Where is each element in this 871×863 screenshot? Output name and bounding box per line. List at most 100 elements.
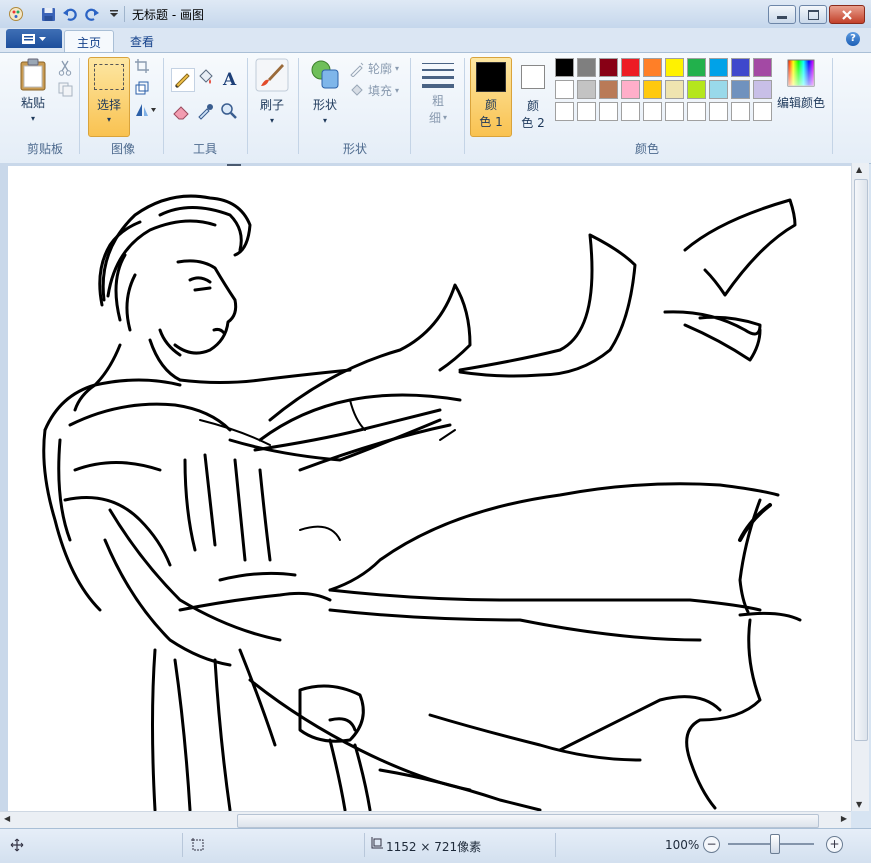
help-icon[interactable]: ? [846,32,860,46]
palette-swatch[interactable] [599,58,618,77]
pencil-tool[interactable] [171,68,195,92]
palette-swatch[interactable] [577,80,596,99]
palette-swatch[interactable] [665,80,684,99]
redo-icon[interactable] [84,6,100,22]
outline-dropdown-icon: ▾ [395,64,400,73]
size-button[interactable]: 粗 细 ▾ [418,60,458,126]
rotate-icon[interactable] [135,103,157,120]
brush-icon [255,58,289,92]
zoom-level: 100% [665,838,700,852]
outline-button[interactable]: 轮廓 ▾ [349,60,399,77]
paint-bucket-icon [199,69,213,84]
drawing-canvas[interactable] [8,166,851,811]
zoom-out-button[interactable]: − [703,836,720,853]
color1-button[interactable]: 颜 色 1 [470,57,512,137]
quick-access-dropdown-icon[interactable] [106,6,122,22]
palette-swatch[interactable] [687,80,706,99]
paste-button[interactable]: 粘贴 ▾ [14,58,52,123]
palette-swatch[interactable] [643,102,662,121]
scroll-up-arrow-icon[interactable]: ▲ [856,165,862,174]
tab-home[interactable]: 主页 [64,30,115,53]
crop-icon[interactable] [135,59,149,76]
minimize-button[interactable] [768,5,796,24]
palette-swatch[interactable] [599,102,618,121]
outline-label: 轮廓 [368,62,393,76]
outline-pencil-icon [350,62,364,77]
palette-swatch[interactable] [731,102,750,121]
palette-swatch[interactable] [709,102,728,121]
paste-label: 粘贴 [20,96,45,110]
select-dropdown-icon: ▾ [106,115,111,124]
palette-swatch[interactable] [643,58,662,77]
shapes-button[interactable]: 形状 ▾ [305,58,345,125]
color2-label-line1: 颜 [526,99,539,113]
select-button[interactable]: 选择 ▾ [88,57,130,137]
vertical-scrollbar[interactable]: ▲ ▼ [851,163,869,811]
paint-menu-button[interactable] [6,29,62,48]
palette-swatch[interactable] [621,58,640,77]
palette-swatch[interactable] [577,58,596,77]
palette-swatch[interactable] [555,58,574,77]
eraser-tool[interactable] [171,101,193,123]
zoom-in-button[interactable]: + [826,836,843,853]
text-icon: A [222,70,237,90]
copy-icon[interactable] [58,82,73,100]
horizontal-scrollbar[interactable]: ◀ ▶ [0,811,851,829]
color2-button[interactable]: 颜 色 2 [514,57,552,135]
plus-icon: + [829,837,840,851]
close-button[interactable] [829,5,865,24]
vertical-scroll-thumb[interactable] [854,179,868,741]
scroll-down-arrow-icon[interactable]: ▼ [856,800,862,809]
status-bar: 1152 × 721像素 100% − + [0,828,871,863]
fill-button[interactable]: 填充 ▾ [349,82,399,99]
palette-swatch[interactable] [621,102,640,121]
tab-view-label: 查看 [130,34,155,49]
image-group-label: 图像 [110,142,135,156]
palette-swatch[interactable] [731,58,750,77]
palette-swatch[interactable] [753,80,772,99]
palette-swatch[interactable] [687,102,706,121]
fill-dropdown-icon: ▾ [395,86,400,95]
palette-swatch[interactable] [555,80,574,99]
palette-swatch[interactable] [709,80,728,99]
zoom-slider-thumb[interactable] [770,834,780,854]
resize-icon[interactable] [135,81,149,98]
magnifier-icon [221,103,237,119]
text-tool[interactable]: A [219,68,241,90]
undo-icon[interactable] [62,6,78,22]
cut-icon[interactable] [58,60,72,79]
palette-swatch[interactable] [687,58,706,77]
close-icon [842,9,852,20]
tools-group-label: 工具 [192,142,217,156]
palette-swatch[interactable] [621,80,640,99]
image-dimensions: 1152 × 721像素 [386,840,482,854]
color-picker-tool[interactable] [195,101,217,123]
palette-swatch[interactable] [731,80,750,99]
palette-swatch[interactable] [709,58,728,77]
select-label: 选择 [96,98,121,112]
palette-swatch[interactable] [665,58,684,77]
paint-app-icon[interactable] [8,6,24,22]
save-icon[interactable] [40,6,56,22]
minimize-icon [777,16,787,19]
palette-swatch[interactable] [577,102,596,121]
scroll-right-arrow-icon[interactable]: ▶ [841,814,847,823]
color2-label-line2: 色 2 [521,116,545,130]
maximize-button[interactable] [799,5,827,24]
brushes-button[interactable]: 刷子 ▾ [253,58,291,125]
palette-swatch[interactable] [753,102,772,121]
selection-size-icon [191,838,204,851]
palette-swatch[interactable] [599,80,618,99]
line-size-icon [422,63,454,88]
palette-swatch[interactable] [753,58,772,77]
fill-tool[interactable] [195,68,217,90]
edit-colors-button[interactable]: 编辑颜色 [776,58,826,111]
palette-swatch[interactable] [555,102,574,121]
scroll-left-arrow-icon[interactable]: ◀ [4,814,10,823]
palette-swatch[interactable] [665,102,684,121]
horizontal-scroll-thumb[interactable] [237,814,819,828]
size-label-line1: 粗 [431,94,444,108]
tab-view[interactable]: 查看 [118,30,166,52]
palette-swatch[interactable] [643,80,662,99]
magnifier-tool[interactable] [219,101,241,123]
